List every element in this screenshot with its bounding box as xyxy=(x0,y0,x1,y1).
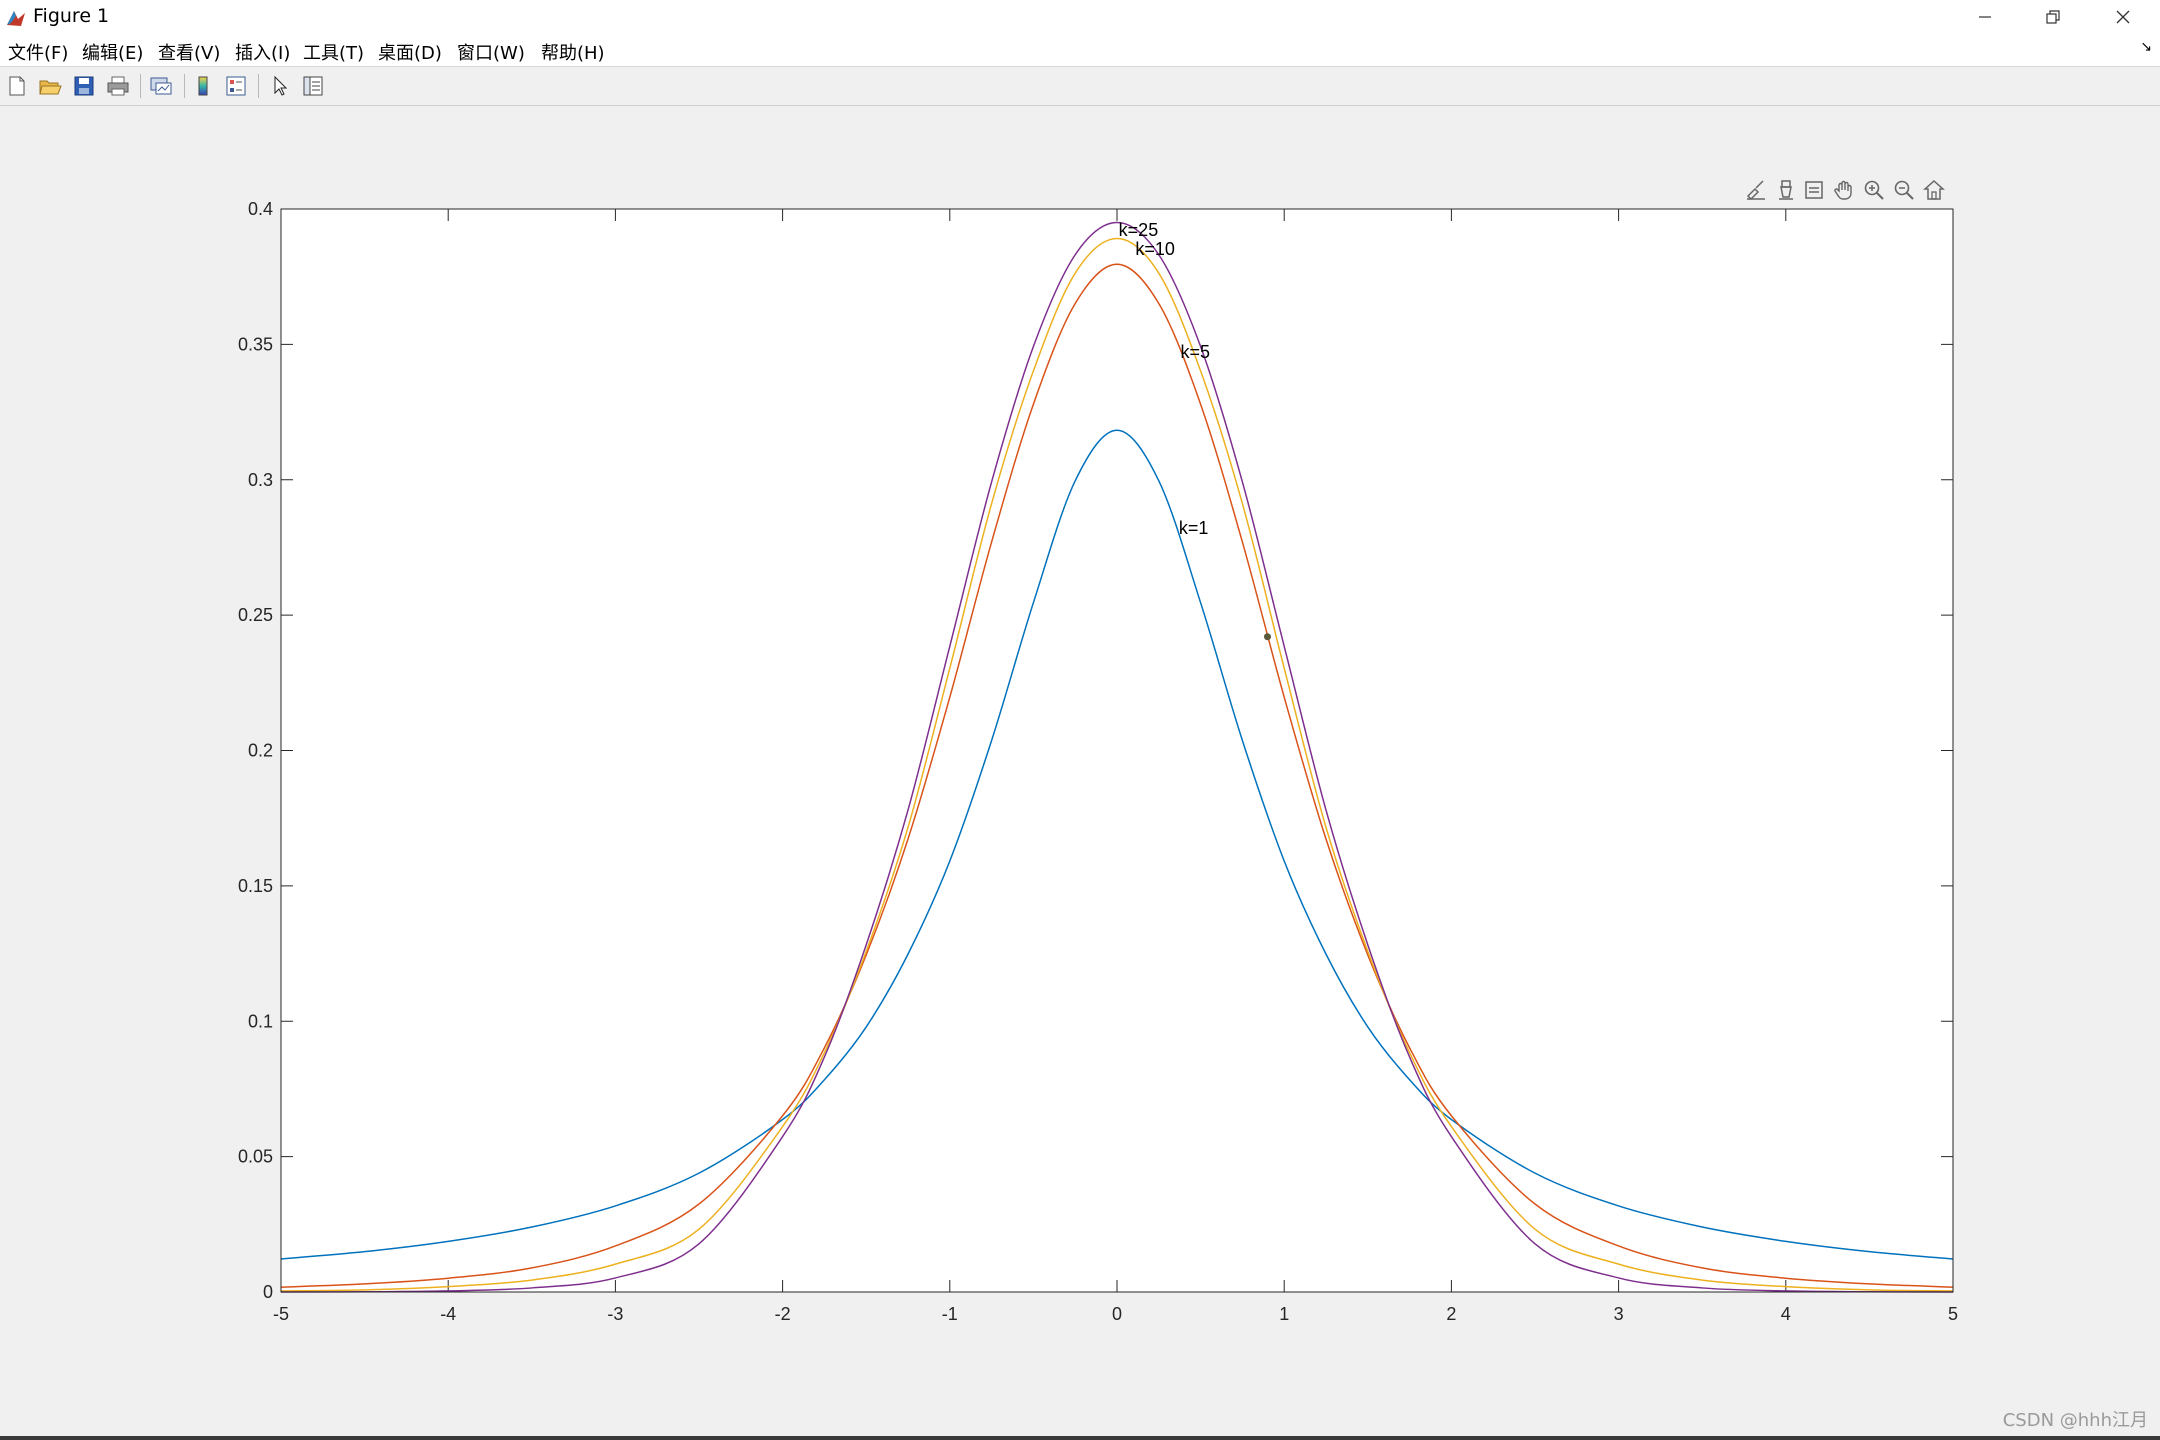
brush-button[interactable] xyxy=(1742,176,1770,204)
plot-svg: -5 -4 -3 -2 -1 0 1 2 3 4 5 0 0.05 0.1 0.15 0.2 0.25 0.3 0.… xyxy=(238,199,1958,1324)
y-tick-label: 0.35 xyxy=(238,334,273,354)
data-tips-button[interactable] xyxy=(1772,176,1800,204)
data-tips-icon xyxy=(1779,180,1793,200)
legend-toggle-button[interactable] xyxy=(1800,176,1828,204)
watermark: CSDN @hhh江月 xyxy=(2002,1410,2148,1431)
x-tick-label: 0 xyxy=(1112,1304,1122,1324)
y-tick-label: 0.3 xyxy=(248,470,273,490)
data-point-marker xyxy=(1263,633,1271,641)
y-tick-label: 0.15 xyxy=(238,876,273,896)
x-tick-label: -4 xyxy=(440,1304,456,1324)
x-tick-label: 4 xyxy=(1781,1304,1791,1324)
plot-area xyxy=(281,209,1953,1292)
y-tick-label: 0 xyxy=(263,1282,273,1302)
brush-icon xyxy=(1746,180,1765,201)
x-tick-label: 3 xyxy=(1614,1304,1624,1324)
zoom-out-icon xyxy=(1894,180,1914,200)
pan-button[interactable] xyxy=(1830,176,1858,204)
y-tick-label: 0.4 xyxy=(248,199,273,219)
x-tick-label: -2 xyxy=(775,1304,791,1324)
y-tick-label: 0.05 xyxy=(238,1147,273,1167)
x-tick-label: 1 xyxy=(1279,1304,1289,1324)
curve-label: k=10 xyxy=(1135,239,1175,259)
x-tick-label: 2 xyxy=(1446,1304,1456,1324)
zoom-in-icon xyxy=(1864,180,1884,200)
x-tick-label: 5 xyxy=(1948,1304,1958,1324)
x-tick-label: -5 xyxy=(273,1304,289,1324)
axes[interactable]: -5 -4 -3 -2 -1 0 1 2 3 4 5 0 0.05 0.1 0.15 0.2 0.25 0.3 0.… xyxy=(238,199,1958,1324)
curve-label: k=1 xyxy=(1179,518,1209,538)
y-tick-label: 0.25 xyxy=(238,605,273,625)
y-tick-label: 0.2 xyxy=(248,741,273,761)
zoom-out-button[interactable] xyxy=(1890,176,1918,204)
home-icon xyxy=(1923,179,1945,200)
zoom-in-button[interactable] xyxy=(1860,176,1888,204)
x-tick-label: -1 xyxy=(942,1304,958,1324)
pan-hand-icon xyxy=(1834,180,1852,200)
x-tick-label: -3 xyxy=(607,1304,623,1324)
y-tick-label: 0.1 xyxy=(248,1011,273,1031)
bottom-border xyxy=(0,1436,2160,1440)
legend-toggle-icon xyxy=(1805,181,1823,199)
curve-label: k=5 xyxy=(1181,342,1211,362)
curve-label: k=25 xyxy=(1119,220,1159,240)
home-button[interactable] xyxy=(1920,176,1948,204)
